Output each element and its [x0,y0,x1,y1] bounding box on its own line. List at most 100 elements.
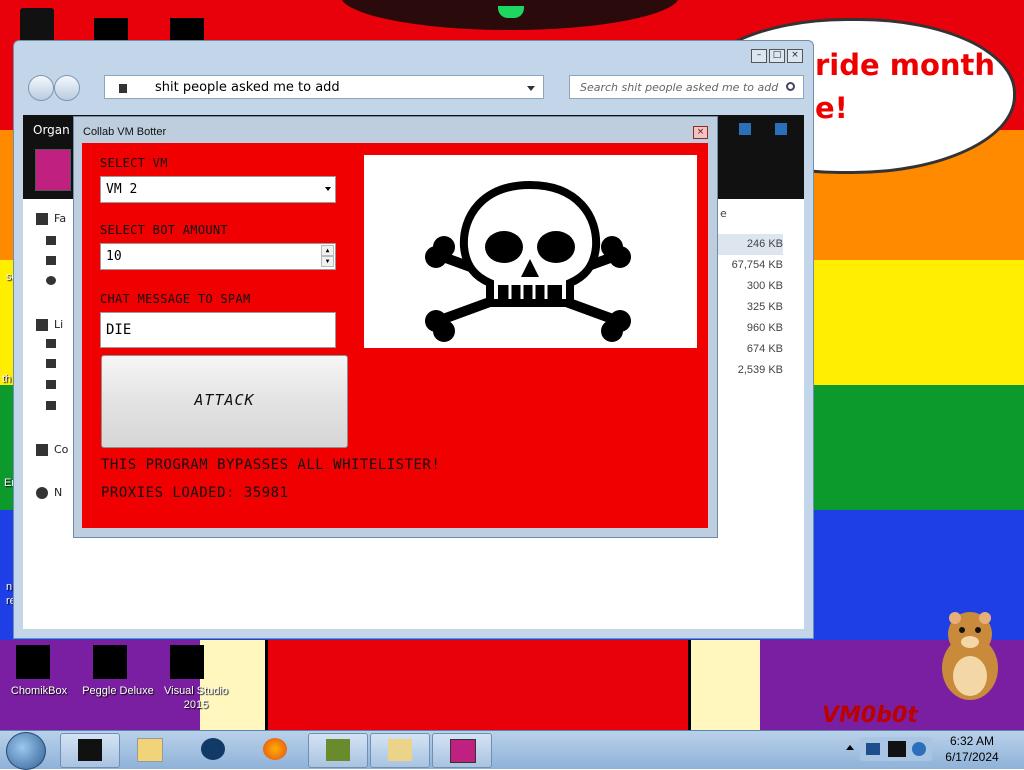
folder-icon [46,339,56,348]
chomikbox-label: ChomikBox [10,685,68,697]
help-icon[interactable] [775,123,787,135]
organize-button[interactable]: Organ [33,123,70,137]
stepper-up-button[interactable]: ▲ [321,245,334,256]
file-size: 67,754 KB [731,259,783,271]
maximize-button[interactable]: □ [769,49,785,63]
peggle-label: Peggle Deluxe [82,685,154,697]
hamster-image [942,612,998,700]
proxies-loaded-text: PROXIES LOADED: 35981 [101,485,289,501]
bot-amount-value: 10 [106,249,122,264]
bypass-notice: THIS PROGRAM BYPASSES ALL WHITELISTER! [101,457,441,473]
system-tray [860,737,932,761]
file-size: 674 KB [746,343,783,355]
volume-tray-icon[interactable] [912,742,926,756]
close-button[interactable]: × [787,49,803,63]
column-header-size[interactable]: e [720,207,727,220]
size-column: 246 KB 67,754 KB 300 KB 325 KB 960 KB 67… [713,234,783,381]
view-icon[interactable] [739,123,751,135]
skull-and-crossbones-icon [425,180,631,342]
bot-amount-stepper[interactable]: 10 ▲ ▼ [100,243,336,270]
vm-dropdown-value: VM 2 [106,182,138,197]
folder-icon [46,380,56,389]
watermark-text: VM0b0t [822,703,918,728]
search-icon[interactable] [786,82,795,91]
clock-date: 6/17/2024 [945,750,999,764]
navigation-bar: shit people asked me to add Search shit … [24,75,804,103]
vm-dropdown[interactable]: VM 2 [100,176,336,203]
close-button[interactable]: × [693,126,708,139]
taskbar-item-media[interactable] [120,733,178,766]
network-icon [36,487,48,499]
chomikbox-icon[interactable] [16,645,50,679]
sidebar-item-network[interactable]: N [54,486,62,499]
folder-icon [46,236,56,245]
folder-icon [46,359,56,368]
window-title: Collab VM Botter [83,126,167,138]
address-text: shit people asked me to add [155,80,340,95]
botter-app-icon [450,739,476,763]
stepper-down-button[interactable]: ▼ [321,256,334,267]
chomikbox-icon [326,739,350,761]
sidebar-item-computer[interactable]: Co [54,443,68,456]
libraries-icon [36,319,48,331]
chat-message-label: CHAT MESSAGE TO SPAM [100,292,251,306]
sidebar-item-libraries[interactable]: Li [54,318,63,331]
cartoon-shirt [265,640,691,730]
visual-studio-icon[interactable] [170,645,204,679]
taskbar: 6:32 AM 6/17/2024 [0,730,1024,770]
botter-window: Collab VM Botter × SELECT VM VM 2 SELECT… [73,116,718,538]
address-bar[interactable]: shit people asked me to add [104,75,544,99]
show-hidden-icons-button[interactable] [846,745,854,750]
file-size: 2,539 KB [737,364,783,376]
chevron-down-icon[interactable] [325,187,331,191]
taskbar-item-botter[interactable] [432,733,492,768]
chevron-down-icon[interactable] [527,86,535,91]
file-size: 246 KB [713,234,783,255]
taskbar-item-firefox[interactable] [246,733,304,766]
forward-button[interactable] [54,75,80,101]
start-button[interactable] [6,732,46,770]
folder-icon [119,84,127,93]
window-controls: – □ × [751,49,803,63]
explorer-icon [388,739,412,761]
speech-bubble-text: ride month e! [815,48,996,125]
folder-icon [78,739,102,761]
search-placeholder: Search shit people asked me to add [580,81,779,94]
search-input[interactable]: Search shit people asked me to add [569,75,804,99]
firefox-icon [263,738,287,760]
taskbar-item-globe[interactable] [184,733,242,766]
file-size: 325 KB [746,301,783,313]
back-button[interactable] [28,75,54,101]
attack-button[interactable]: ATTACK [101,355,348,448]
media-player-icon [137,738,163,762]
minimize-button[interactable]: – [751,49,767,63]
bot-amount-label: SELECT BOT AMOUNT [100,223,228,237]
select-vm-label: SELECT VM [100,156,168,170]
clock-time: 6:32 AM [949,734,995,748]
main-panel: SELECT VM VM 2 SELECT BOT AMOUNT 10 ▲ ▼ … [82,143,708,528]
peggle-icon[interactable] [93,645,127,679]
folder-preview-icon [35,149,71,191]
network-tray-icon[interactable] [866,743,880,755]
file-size: 300 KB [746,280,783,292]
folder-icon [46,401,56,410]
folder-icon [46,276,56,285]
desktop-label-fragment: th [2,373,12,385]
recycle-bin-icon[interactable] [20,8,54,42]
stepper-buttons: ▲ ▼ [321,245,334,268]
sidebar-item-favorites[interactable]: Fa [54,212,66,225]
taskbar-item-files[interactable] [60,733,120,768]
chat-message-value: DIE [106,322,132,338]
monitor-tray-icon[interactable] [888,741,906,757]
favorites-icon [36,213,48,225]
visual-studio-label: Visual Studio 2015 [163,685,228,711]
clock[interactable]: 6:32 AM 6/17/2024 [932,733,1012,765]
taskbar-item-chomikbox[interactable] [308,733,368,768]
chat-message-input[interactable]: DIE [100,312,336,348]
file-size: 960 KB [746,322,783,334]
taskbar-item-explorer[interactable] [370,733,430,768]
skull-image-box [364,155,697,348]
computer-icon [36,444,48,456]
globe-icon [201,738,225,760]
folder-icon [46,256,56,265]
